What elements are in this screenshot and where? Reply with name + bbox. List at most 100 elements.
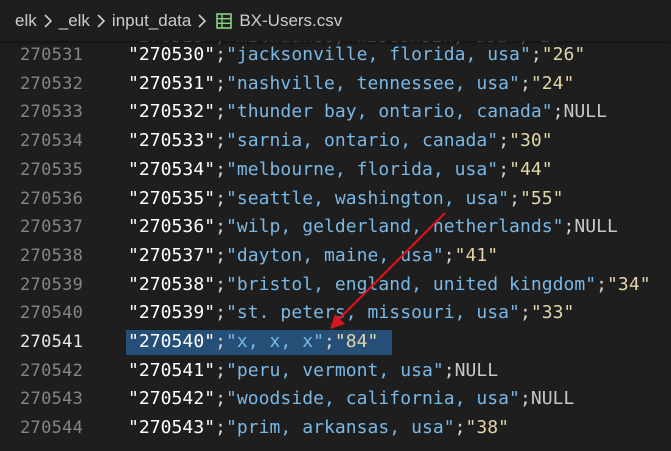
code-text[interactable]: "270537";"dayton, maine, usa";"41" xyxy=(128,242,498,271)
csv-separator: ; xyxy=(509,187,520,209)
csv-separator: ; xyxy=(498,130,510,152)
csv-field-id: "270535" xyxy=(128,187,216,209)
code-line[interactable]: 270539 "270538";"bristol, england, united… xyxy=(0,271,671,300)
csv-field-location: "x, x, x" xyxy=(226,331,324,352)
code-text[interactable]: "270542";"woodside, california, usa";NUL… xyxy=(128,385,574,414)
code-text[interactable]: "270532";"thunder bay, ontario, canada";… xyxy=(128,98,607,127)
breadcrumb-item-elk-folder[interactable]: _elk xyxy=(59,11,90,31)
line-number: 270541 xyxy=(20,332,84,352)
csv-field-age: "84" xyxy=(334,331,379,352)
csv-field-id: "270533" xyxy=(128,130,216,152)
csv-field-id: "270534" xyxy=(128,158,216,180)
csv-field-age: "26" xyxy=(541,44,586,65)
code-line[interactable]: 270533 "270532";"thunder bay, ontario, ca… xyxy=(0,98,671,127)
code-line[interactable]: 270537 "270536";"wilp, gelderland, nether… xyxy=(0,213,671,242)
csv-separator: ; xyxy=(215,273,226,295)
csv-field-id: "270537" xyxy=(128,244,216,266)
csv-field-location: "prim, arkansas, usa" xyxy=(226,417,455,439)
code-text[interactable]: "270539";"st. peters, missouri, usa";"33… xyxy=(128,299,574,328)
code-text[interactable]: "270540";"x, x, x";"84" xyxy=(128,328,378,357)
csv-field-id: "270541" xyxy=(128,359,216,381)
csv-separator: ; xyxy=(215,417,226,439)
csv-separator: ; xyxy=(519,302,531,324)
code-line[interactable]: 270542 "270541";"peru, vermont, usa";NULL xyxy=(0,357,671,386)
code-text[interactable]: "270533";"sarnia, ontario, canada";"30" xyxy=(128,127,553,156)
csv-field-age: "38" xyxy=(465,417,510,439)
line-number: 270534 xyxy=(20,131,84,152)
line-number: 270533 xyxy=(20,102,84,123)
csv-field-location: "st. peters, missouri, usa" xyxy=(226,302,520,324)
csv-field-id: "270536" xyxy=(128,216,216,238)
csv-field-location: "seattle, washington, usa" xyxy=(226,187,510,209)
csv-field-id: "270540" xyxy=(128,331,216,352)
csv-field-location: "wilp, gelderland, netherlands" xyxy=(226,216,564,238)
code-text[interactable]: "270535";"seattle, washington, usa";"55" xyxy=(128,185,564,214)
csv-field-id: "270538" xyxy=(128,273,216,295)
csv-separator: ; xyxy=(323,331,335,352)
code-text[interactable]: "270541";"peru, vermont, usa";NULL xyxy=(128,357,498,386)
chevron-right-icon xyxy=(37,11,59,31)
code-line[interactable]: 270540 "270539";"st. peters, missouri, us… xyxy=(0,299,671,328)
csv-separator: ; xyxy=(215,359,226,381)
csv-field-location: "nashville, tennessee, usa" xyxy=(226,72,520,94)
line-number: 270539 xyxy=(20,274,84,295)
csv-field-age: "33" xyxy=(530,302,575,324)
line-number: 270536 xyxy=(20,188,84,209)
code-editor[interactable]: 270531 "270530";"jacksonville, florida, u… xyxy=(0,41,671,451)
code-text[interactable]: "270531";"nashville, tennessee, usa";"24… xyxy=(128,70,574,99)
csv-separator: ; xyxy=(596,273,608,295)
csv-separator: ; xyxy=(215,244,226,266)
csv-field-location: "woodside, california, usa" xyxy=(226,388,520,410)
code-text[interactable]: "270543";"prim, arkansas, usa";"38" xyxy=(128,414,509,443)
csv-field-location: "peru, vermont, usa" xyxy=(226,359,444,381)
code-text[interactable]: "270536";"wilp, gelderland, netherlands"… xyxy=(128,213,618,242)
csv-field-id: "270543" xyxy=(128,417,216,439)
csv-separator: ; xyxy=(215,302,226,324)
code-text[interactable]: "270534";"melbourne, florida, usa";"44" xyxy=(128,156,553,185)
csv-separator: ; xyxy=(215,101,226,123)
line-number: 270531 xyxy=(20,45,84,65)
csv-field-location: "thunder bay, ontario, canada" xyxy=(226,101,553,123)
chevron-right-icon xyxy=(191,11,213,31)
breadcrumb: elk _elk input_data BX-Users.csv xyxy=(0,0,671,41)
code-line[interactable]: 270536 "270535";"seattle, washington, usa… xyxy=(0,185,671,214)
breadcrumb-item-elk[interactable]: elk xyxy=(15,11,37,31)
csv-separator: ; xyxy=(443,244,455,266)
csv-separator: ; xyxy=(215,44,226,65)
csv-field-id: "270530" xyxy=(128,44,216,65)
line-number: 270543 xyxy=(20,389,84,410)
csv-field-location: "sarnia, ontario, canada" xyxy=(226,130,499,152)
code-line[interactable]: 270543 "270542";"woodside, california, us… xyxy=(0,385,671,414)
csv-separator: ; xyxy=(443,359,455,381)
csv-field-id: "270531" xyxy=(128,72,216,94)
line-number: 270532 xyxy=(20,73,84,94)
csv-field-age: NULL xyxy=(563,101,608,123)
csv-field-age: "34" xyxy=(607,273,651,295)
csv-separator: ; xyxy=(215,130,226,152)
csv-separator: ; xyxy=(498,158,510,180)
code-line[interactable]: 270535 "270534";"melbourne, florida, usa"… xyxy=(0,156,671,185)
csv-separator: ; xyxy=(519,72,531,94)
csv-separator: ; xyxy=(519,388,531,410)
csv-separator: ; xyxy=(530,44,542,65)
breadcrumb-file-name[interactable]: BX-Users.csv xyxy=(239,11,342,31)
line-number: 270540 xyxy=(20,303,84,324)
csv-separator: ; xyxy=(454,417,466,439)
csv-field-age: "41" xyxy=(454,244,499,266)
code-line[interactable]: 270544 "270543";"prim, arkansas, usa";"38… xyxy=(0,414,671,443)
csv-field-age: NULL xyxy=(454,359,499,381)
chevron-right-icon xyxy=(90,11,112,31)
breadcrumb-item-input-data[interactable]: input_data xyxy=(112,11,191,31)
csv-field-id: "270539" xyxy=(128,302,216,324)
csv-separator: ; xyxy=(215,187,226,209)
csv-field-location: "bristol, england, united kingdom" xyxy=(226,273,597,295)
code-line[interactable]: 270541 "270540";"x, x, x";"84" xyxy=(0,328,671,357)
csv-field-age: "44" xyxy=(509,158,553,180)
csv-separator: ; xyxy=(563,216,575,238)
code-text[interactable]: "270538";"bristol, england, united kingd… xyxy=(128,271,651,300)
line-number: 270537 xyxy=(20,217,84,238)
code-line[interactable]: 270532 "270531";"nashville, tennessee, us… xyxy=(0,70,671,99)
code-line[interactable]: 270538 "270537";"dayton, maine, usa";"41" xyxy=(0,242,671,271)
code-line[interactable]: 270534 "270533";"sarnia, ontario, canada"… xyxy=(0,127,671,156)
csv-field-location: "melbourne, florida, usa" xyxy=(226,158,499,180)
